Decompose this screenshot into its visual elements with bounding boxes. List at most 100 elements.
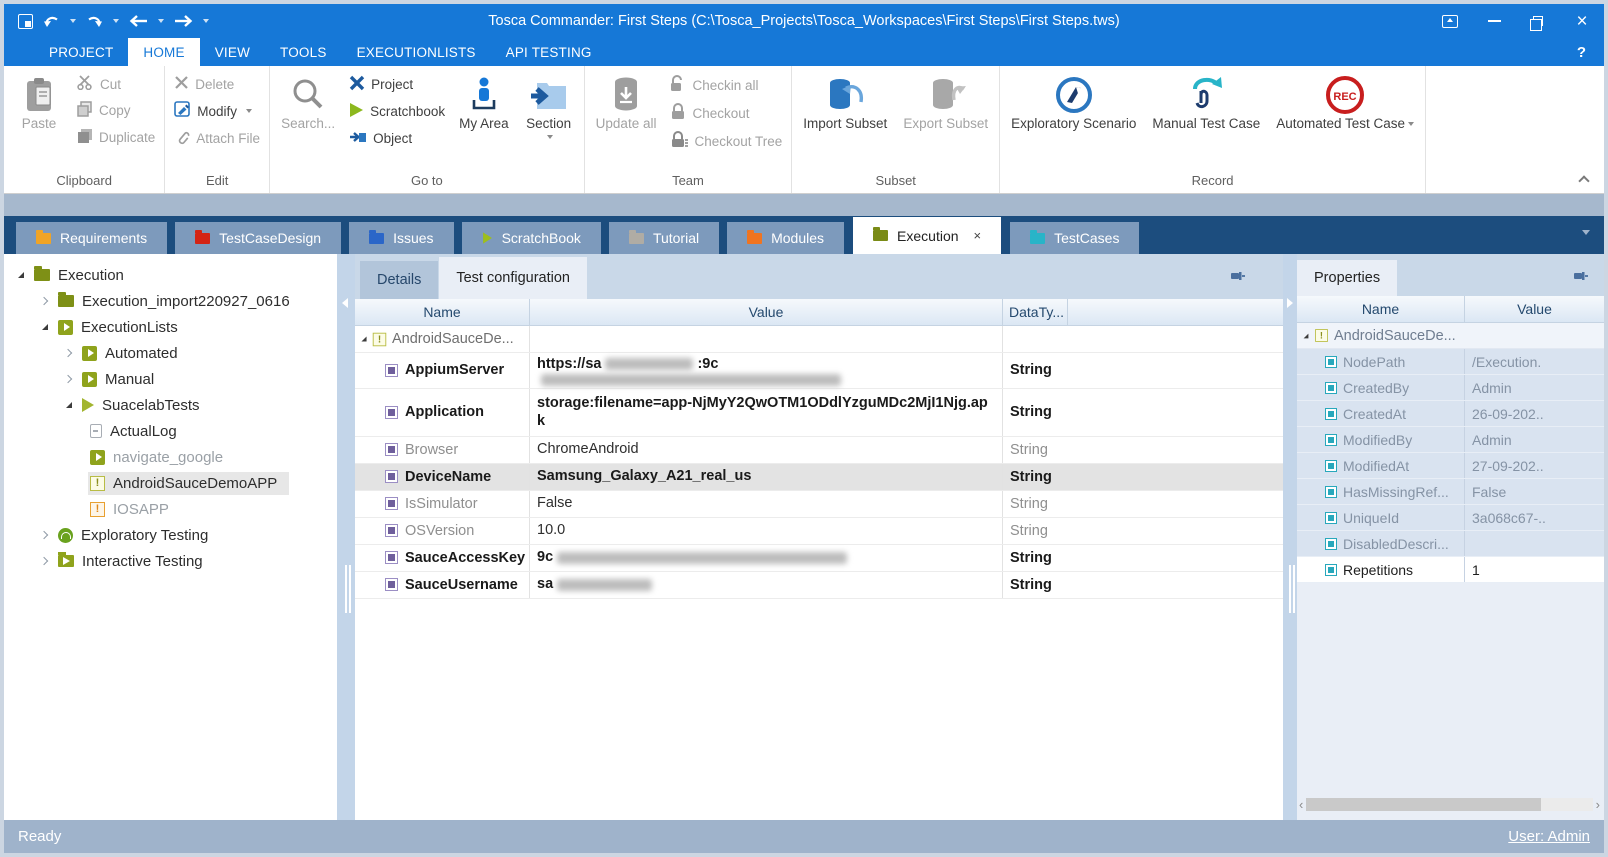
collapse-panel-icon[interactable] <box>342 298 348 308</box>
goto-object-button[interactable]: Object <box>344 125 450 152</box>
collapse-icon[interactable] <box>62 346 76 360</box>
export-subset-button[interactable]: Export Subset <box>896 71 995 133</box>
ribbon-display-options-icon[interactable] <box>1428 6 1472 36</box>
column-datatype[interactable]: DataTy... <box>1003 299 1068 325</box>
checkout-tree-button[interactable]: Checkout Tree <box>665 127 787 155</box>
tree-item-execution-import[interactable]: Execution_import220927_0616 <box>4 288 337 314</box>
scrollbar-thumb[interactable] <box>1306 798 1541 811</box>
tree-item-suacelabtests[interactable]: SuacelabTests <box>4 392 337 418</box>
column-value[interactable]: Value <box>530 299 1003 325</box>
column-name[interactable]: Name <box>1297 296 1465 322</box>
config-row-osversion[interactable]: OSVersion 10.0 String <box>355 518 1283 545</box>
redo-dropdown-icon[interactable] <box>113 19 119 23</box>
expand-icon[interactable] <box>1304 333 1309 338</box>
tree-item-actuallog[interactable]: ActualLog <box>4 418 337 444</box>
tree-item-iosapp[interactable]: !IOSAPP <box>4 496 337 522</box>
automated-dropdown-icon[interactable] <box>1408 122 1414 126</box>
tree-item-automated[interactable]: Automated <box>4 340 337 366</box>
attach-file-button[interactable]: Attach File <box>169 125 265 152</box>
undo-icon[interactable] <box>41 10 62 32</box>
property-row-modifiedby[interactable]: ModifiedBy Admin <box>1297 427 1604 453</box>
minimize-button[interactable] <box>1472 6 1516 36</box>
properties-hscrollbar[interactable]: ‹ › <box>1299 797 1600 812</box>
right-splitter[interactable] <box>1283 254 1297 820</box>
undo-dropdown-icon[interactable] <box>70 19 76 23</box>
property-row-createdat[interactable]: CreatedAt 26-09-202.. <box>1297 401 1604 427</box>
pin-icon[interactable] <box>1572 268 1588 284</box>
goto-project-button[interactable]: Project <box>344 71 450 98</box>
workspace-tab-requirements[interactable]: Requirements <box>16 222 167 254</box>
config-row-sauceaccesskey[interactable]: SauceAccessKey 9c String <box>355 545 1283 572</box>
forward-icon[interactable] <box>172 10 195 32</box>
properties-group-row[interactable]: ! AndroidSauceDe... <box>1297 323 1604 349</box>
section-button[interactable]: Section <box>518 71 580 139</box>
property-row-uniqueid[interactable]: UniqueId 3a068c67-.. <box>1297 505 1604 531</box>
redo-icon[interactable] <box>84 10 105 32</box>
back-icon[interactable] <box>127 10 150 32</box>
tree-item-androidsaucedemoapp[interactable]: !AndroidSauceDemoAPP <box>4 470 337 496</box>
property-row-hasmissingref[interactable]: HasMissingRef... False <box>1297 479 1604 505</box>
collapse-icon[interactable] <box>62 372 76 386</box>
splitter-grip[interactable] <box>1289 565 1291 613</box>
tree-item-navigate-google[interactable]: navigate_google <box>4 444 337 470</box>
scroll-left-icon[interactable]: ‹ <box>1299 797 1303 812</box>
cut-button[interactable]: Cut <box>72 71 160 97</box>
property-row-disableddescription[interactable]: DisabledDescri... <box>1297 531 1604 557</box>
workspace-tab-execution[interactable]: Execution × <box>852 216 1002 254</box>
config-row-devicename[interactable]: DeviceName Samsung_Galaxy_A21_real_us St… <box>355 464 1283 491</box>
section-dropdown-icon[interactable] <box>547 135 553 139</box>
duplicate-button[interactable]: Duplicate <box>72 124 160 151</box>
tab-home[interactable]: HOME <box>128 38 199 66</box>
modify-dropdown-icon[interactable] <box>246 109 252 113</box>
column-name[interactable]: Name <box>355 299 530 325</box>
tab-tools[interactable]: TOOLS <box>265 38 342 66</box>
config-row-browser[interactable]: Browser ChromeAndroid String <box>355 437 1283 464</box>
import-subset-button[interactable]: Import Subset <box>796 71 894 133</box>
left-splitter[interactable] <box>337 254 355 820</box>
tab-api-testing[interactable]: API TESTING <box>491 38 607 66</box>
tabstrip-dropdown-icon[interactable] <box>1582 230 1590 235</box>
property-row-repetitions[interactable]: Repetitions 1 <box>1297 557 1604 583</box>
property-row-modifiedat[interactable]: ModifiedAt 27-09-202.. <box>1297 453 1604 479</box>
property-row-createdby[interactable]: CreatedBy Admin <box>1297 375 1604 401</box>
help-icon[interactable]: ? <box>1577 38 1586 66</box>
pin-icon[interactable] <box>1229 268 1245 284</box>
collapse-ribbon-icon[interactable] <box>1578 175 1589 186</box>
tab-test-configuration[interactable]: Test configuration <box>439 257 587 299</box>
app-icon[interactable] <box>16 10 35 32</box>
back-dropdown-icon[interactable] <box>158 19 164 23</box>
modify-button[interactable]: Modify <box>169 97 265 125</box>
workspace-tab-testcases[interactable]: TestCases <box>1010 222 1139 254</box>
user-link[interactable]: User: Admin <box>1508 828 1590 845</box>
workspace-tab-scratchbook[interactable]: ScratchBook <box>462 222 601 254</box>
close-button[interactable]: × <box>1560 6 1604 36</box>
search-button[interactable]: Search... <box>274 71 342 133</box>
copy-button[interactable]: Copy <box>72 97 160 124</box>
expand-icon[interactable] <box>361 336 366 341</box>
workspace-tab-issues[interactable]: Issues <box>349 222 453 254</box>
tab-properties[interactable]: Properties <box>1297 260 1397 296</box>
splitter-grip[interactable] <box>345 565 347 613</box>
automated-test-case-button[interactable]: REC Automated Test Case <box>1269 71 1421 133</box>
forward-dropdown-icon[interactable] <box>203 19 209 23</box>
checkin-all-button[interactable]: Checkin all <box>665 71 787 99</box>
collapse-icon[interactable] <box>38 294 52 308</box>
config-row-application[interactable]: Application storage:filename=app-NjMyY2Q… <box>355 389 1283 437</box>
collapse-panel-icon[interactable] <box>1287 298 1293 308</box>
tree-item-executionlists[interactable]: ExecutionLists <box>4 314 337 340</box>
update-all-button[interactable]: Update all <box>589 71 664 133</box>
manual-test-case-button[interactable]: Manual Test Case <box>1145 71 1267 133</box>
property-row-nodepath[interactable]: NodePath /Execution. <box>1297 349 1604 375</box>
expand-icon[interactable] <box>62 398 76 412</box>
tab-project[interactable]: PROJECT <box>34 38 128 66</box>
workspace-tab-testcasedesign[interactable]: TestCaseDesign <box>175 222 341 254</box>
tab-view[interactable]: VIEW <box>200 38 265 66</box>
collapse-icon[interactable] <box>38 554 52 568</box>
paste-button[interactable]: Paste <box>8 71 70 133</box>
scrollbar-track[interactable] <box>1306 798 1592 811</box>
workspace-tab-tutorial[interactable]: Tutorial <box>609 222 719 254</box>
my-area-button[interactable]: My Area <box>452 71 516 133</box>
tree-item-interactive-testing[interactable]: Interactive Testing <box>4 548 337 574</box>
delete-button[interactable]: Delete <box>169 71 265 97</box>
expand-icon[interactable] <box>38 320 52 334</box>
